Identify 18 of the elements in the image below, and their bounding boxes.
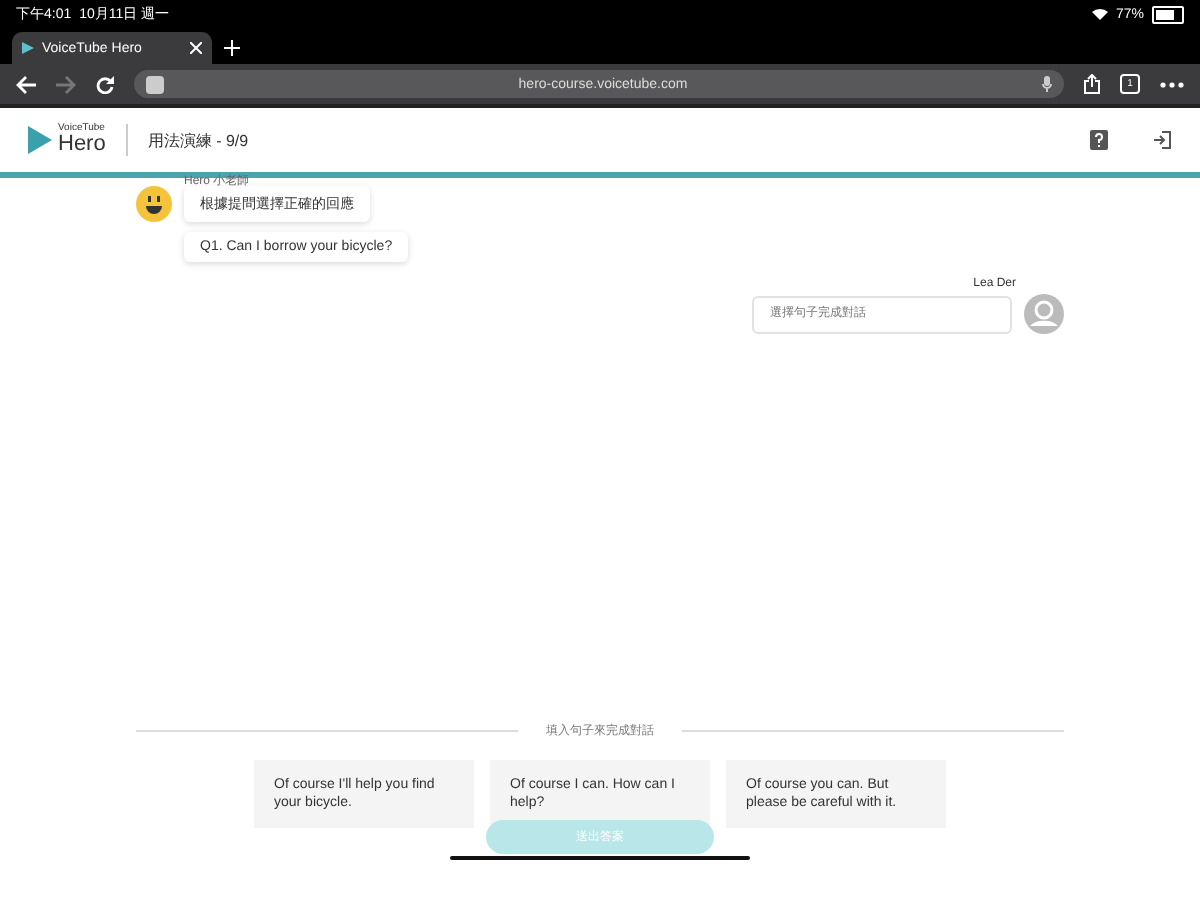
exit-icon[interactable]: [1152, 130, 1172, 150]
battery-icon: [1152, 5, 1184, 23]
microphone-icon[interactable]: [1042, 76, 1052, 92]
new-tab-icon[interactable]: [224, 40, 240, 56]
reload-icon[interactable]: [96, 75, 114, 93]
play-logo-icon: [28, 126, 52, 154]
logo-text: Hero: [58, 134, 106, 156]
smiley-avatar-icon: [136, 186, 172, 222]
play-logo-icon: [22, 42, 34, 54]
forward-icon[interactable]: [56, 75, 76, 93]
share-icon[interactable]: [1084, 74, 1100, 94]
wifi-icon: [1091, 8, 1108, 20]
close-icon[interactable]: [190, 42, 202, 54]
page-title: 用法演練 - 9/9: [147, 129, 249, 151]
user-avatar-icon: [1024, 294, 1064, 334]
back-icon[interactable]: [16, 75, 36, 93]
help-icon[interactable]: [1090, 130, 1108, 150]
more-icon[interactable]: [1160, 81, 1184, 87]
